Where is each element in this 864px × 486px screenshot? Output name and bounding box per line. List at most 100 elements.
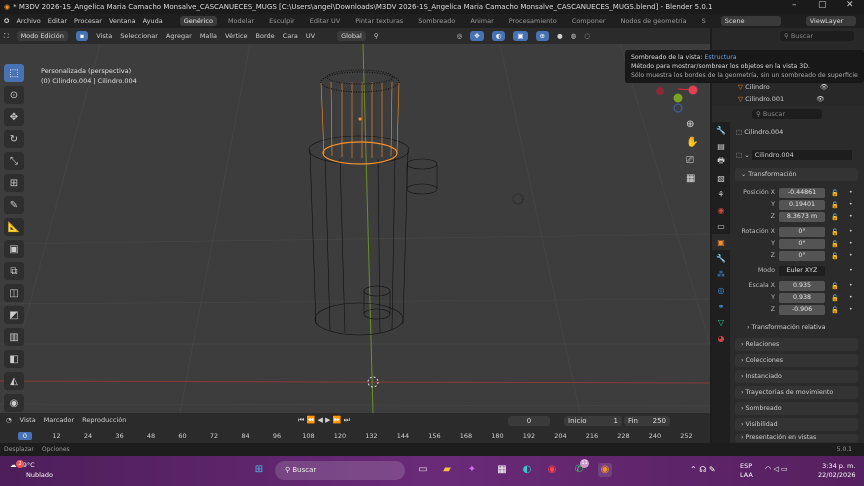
tab-pintar-texturas[interactable]: Pintar texturas [351,16,407,26]
loop-cut-tool-icon[interactable]: ▥ [4,328,24,346]
tab-procesamiento[interactable]: Procesamiento [505,16,561,26]
windows-start-icon[interactable]: ⊞ [252,463,266,477]
solid-shading-button[interactable]: ● [557,32,563,40]
menu-archivo[interactable]: Archivo [16,17,40,25]
constraints-tab-icon[interactable]: ⚭ [712,298,730,314]
position-z-field[interactable]: 8.3673 m [779,211,825,222]
panel-transformacion-relativa[interactable]: › Transformación relativa [735,322,860,333]
blender-taskbar-icon[interactable]: ◉ [598,463,612,477]
perspective-grid-icon[interactable]: ▦ [686,170,698,188]
modifier-tab-icon[interactable]: 🔧 [712,250,730,266]
task-view-icon[interactable]: ▭ [416,463,430,477]
blender-menu-icon[interactable]: ✪ [4,17,9,25]
position-x-field[interactable]: -0.44861 [779,187,825,198]
end-frame-field[interactable]: Fin 250 [624,416,670,426]
transform-tool-icon[interactable]: ⊞ [4,174,24,192]
select-box-tool-icon[interactable]: ⬚ [4,64,24,82]
whatsapp-icon[interactable]: ✆ 11 [572,459,589,477]
panel-trayectorias[interactable]: › Trayectorias de movimiento [735,386,858,399]
xray-toggle[interactable]: ▣ [513,31,528,41]
spin-tool-icon[interactable]: ◉ [4,394,24,412]
world-tab-icon[interactable]: ◉ [712,202,730,218]
tab-sombreado[interactable]: Sombreado [414,16,459,26]
menu-procesar[interactable]: Procesar [74,17,102,25]
rotation-mode-select[interactable]: Euler XYZ [779,265,825,276]
outliner-item-cilindro[interactable]: ▽ Cilindro 👁 [738,83,828,91]
object-name-field[interactable]: ⬚ ⌄ Cilindro.004 [736,150,858,160]
menu-borde[interactable]: Borde [256,32,275,40]
cursor-tool-icon[interactable]: ⊙ [4,86,24,104]
poly-build-tool-icon[interactable]: ◭ [4,372,24,390]
menu-uv[interactable]: UV [306,32,315,40]
tab-generico[interactable]: Genérico [179,16,217,26]
menu-malla[interactable]: Malla [200,32,217,40]
rendered-shading-button[interactable]: ◌ [584,32,590,40]
tab-modelar[interactable]: Modelar [224,16,258,26]
properties-search[interactable]: ⚲ Buscar [752,109,822,119]
scale-y-field[interactable]: 0.938 [779,292,825,303]
tool-tab-icon[interactable]: 🔧 [712,122,730,138]
view-layer-tab-icon[interactable]: ▧ [712,170,730,186]
inset-tool-icon[interactable]: ◫ [4,284,24,302]
scene-selector[interactable]: Scene [720,16,781,26]
editor-type-icon[interactable]: ⛶ [4,32,9,41]
pan-hand-icon[interactable]: ✋ [686,134,698,152]
timeline-menu-reproduccion[interactable]: Reproducción [82,416,126,424]
overlay-toggle[interactable]: ◐ [491,31,506,41]
bevel-tool-icon[interactable]: ◩ [4,306,24,324]
panel-transformacion[interactable]: ⌄ Transformación [735,168,858,181]
panel-sombreado[interactable]: › Sombreado [735,402,858,415]
panel-visibilidad[interactable]: › Visibilidad [735,418,858,431]
tab-scripting[interactable]: S [698,16,710,26]
tab-componer[interactable]: Componer [568,16,610,26]
playback-controls[interactable]: ⏮ ⏪ ◀ ▶ ⏩ ⏭ [298,416,350,425]
panel-instanciado[interactable]: › Instanciado [735,370,858,383]
menu-editar[interactable]: Editar [48,17,67,25]
menu-cara[interactable]: Cara [283,32,298,40]
measure-tool-icon[interactable]: 📐 [4,218,24,236]
mode-selector[interactable]: Modo Edición [16,31,68,41]
file-explorer-icon[interactable]: ▰ [440,463,454,477]
snap-icon[interactable]: ⚲ [374,32,379,40]
proportional-edit-icon[interactable]: ◎ [457,32,463,40]
rotation-z-field[interactable]: 0° [779,250,825,261]
timeline-editor-icon[interactable]: ◔ [6,416,12,424]
rotate-tool-icon[interactable]: ↻ [4,130,24,148]
material-tab-icon[interactable]: ◕ [712,330,730,346]
3d-viewport[interactable]: Personalizada (perspectiva) (0) Cilindro… [0,44,710,413]
tab-editar-uv[interactable]: Editar UV [306,16,345,26]
add-cube-tool-icon[interactable]: ▣ [4,240,24,258]
scale-x-field[interactable]: 0.935 [779,280,825,291]
menu-agregar[interactable]: Agregar [166,32,192,40]
tab-nodos-geometria[interactable]: Nodos de geometría [617,16,691,26]
output-tab-icon[interactable]: 🖶 [712,154,730,170]
knife-tool-icon[interactable]: ◧ [4,350,24,368]
minimize-button[interactable]: – [792,0,797,10]
particles-tab-icon[interactable]: ⁂ [712,266,730,282]
wireframe-shading-button[interactable]: ⊕ [535,31,549,41]
orientation-selector[interactable]: Global [337,31,366,41]
scale-z-field[interactable]: -0.906 [779,304,825,315]
timeline-menu-marcador[interactable]: Marcador [44,416,74,424]
render-tab-icon[interactable]: ▤ [712,138,730,154]
menu-vista[interactable]: Vista [96,32,112,40]
weather-widget[interactable]: ☁ 19°C Nublado 2 [10,460,53,480]
data-tab-icon[interactable]: ▽ [712,314,730,330]
panel-colecciones[interactable]: › Colecciones [735,354,858,367]
camera-view-icon[interactable]: ⎚ [686,152,698,170]
copilot-icon[interactable]: ✦ [465,463,479,477]
start-frame-field[interactable]: Inicio 1 [564,416,622,426]
scene-tab-icon[interactable]: ⚘ [712,186,730,202]
panel-relaciones[interactable]: › Relaciones [735,338,858,351]
extrude-tool-icon[interactable]: ⧉ [4,262,24,280]
rotation-y-field[interactable]: 0° [779,238,825,249]
tab-animar[interactable]: Animar [466,16,497,26]
frame-ruler[interactable]: 0 12 24 36 48 60 72 84 96 108 120 132 144 156 168 180 19… [0,431,710,442]
material-shading-button[interactable]: ◍ [571,32,577,40]
taskbar-search[interactable]: ⚲ Buscar [275,461,405,480]
menu-vertice[interactable]: Vértice [225,32,248,40]
tab-esculpir[interactable]: Esculpir [265,16,299,26]
network-volume-battery-icons[interactable]: ◠ ◁ ▭ [765,465,788,473]
chrome-icon[interactable]: ◉ [545,463,559,477]
timeline-menu-vista[interactable]: Vista [20,416,36,424]
